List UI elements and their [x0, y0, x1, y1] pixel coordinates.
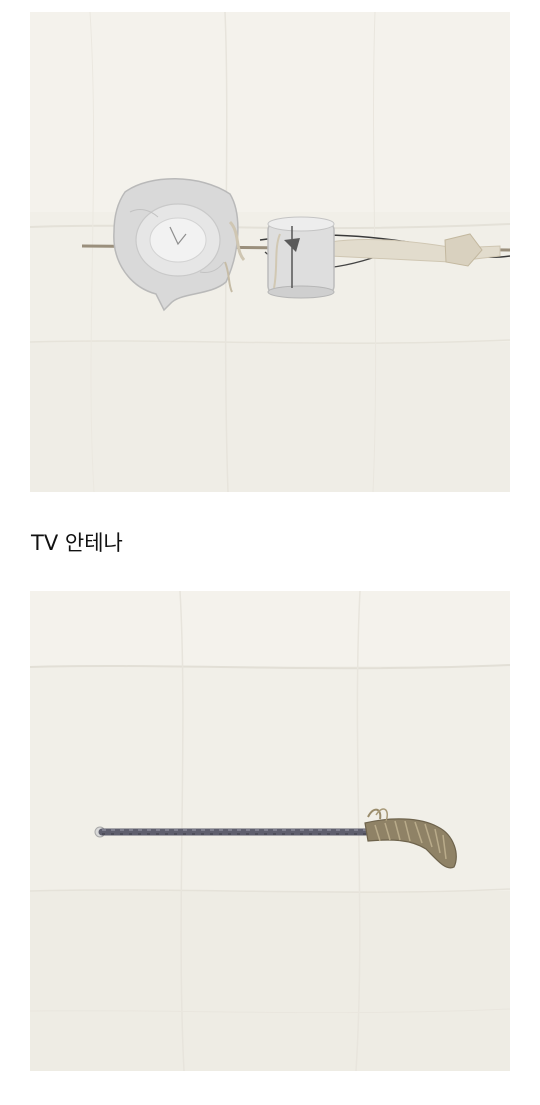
artwork-image-tv-antenna[interactable]: [30, 12, 510, 492]
artwork-image-rod-object[interactable]: [30, 591, 510, 1071]
artwork-caption: TV 안테나: [31, 531, 123, 555]
